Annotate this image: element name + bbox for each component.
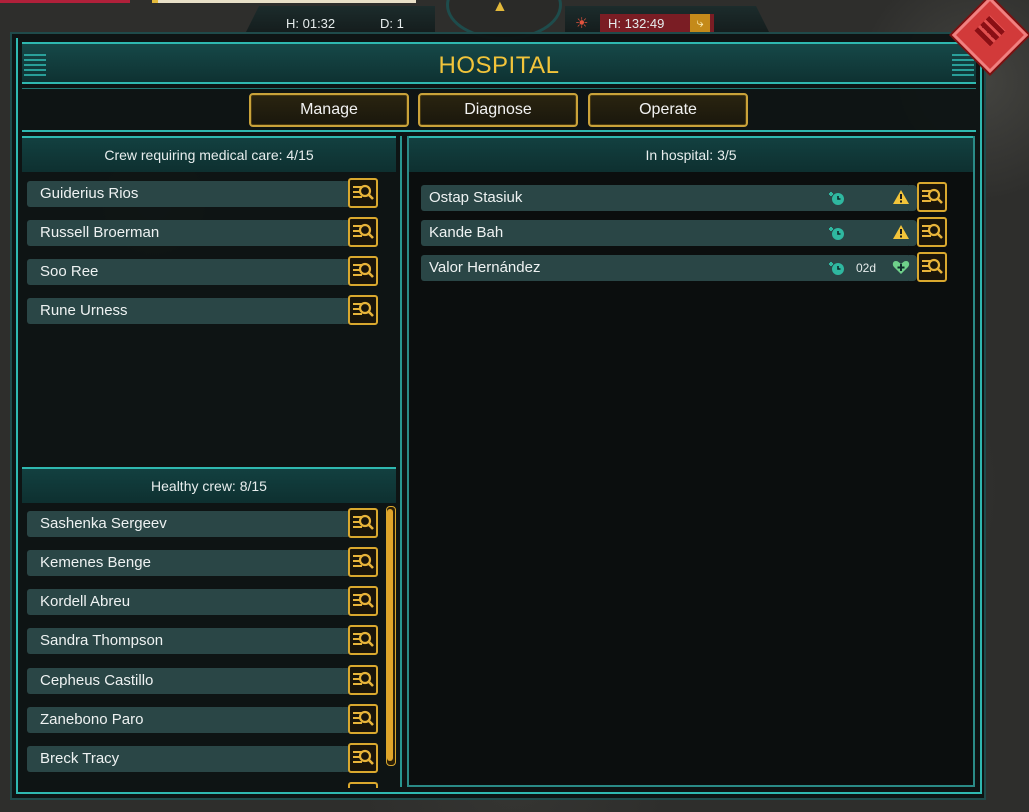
inspect-icon [353, 592, 374, 608]
medical-care-header: Crew requiring medical care: 4/15 [22, 136, 396, 172]
warning-icon [893, 225, 909, 239]
hud-time-panel [245, 6, 435, 34]
column-divider [400, 136, 402, 787]
patient-name: Valor Hernández [429, 259, 541, 276]
crew-row[interactable]: Sandra Thompson [27, 628, 351, 654]
inspect-icon [353, 184, 374, 200]
inspect-icon [922, 258, 943, 274]
crew-row[interactable]: Zanebono Paro [27, 707, 351, 733]
inspect-icon [353, 710, 374, 726]
crew-row[interactable]: Rune Urness [27, 298, 351, 324]
hud-time-right: H: 132:49 [608, 16, 665, 31]
inspect-button[interactable] [348, 665, 378, 695]
inspect-button[interactable] [917, 217, 947, 247]
hud-day: D: 1 [380, 16, 404, 31]
inspect-icon [353, 631, 374, 647]
hud-time-left: H: 01:32 [286, 16, 336, 31]
inspect-button[interactable] [348, 704, 378, 734]
ship-icon: ▲ [492, 0, 508, 15]
crew-row[interactable]: Kordell Abreu [27, 589, 351, 615]
crew-name: Breck Tracy [40, 750, 120, 767]
inspect-button[interactable] [348, 625, 378, 655]
patient-name: Kande Bah [429, 224, 504, 241]
sunrise-icon: ☀ [575, 15, 589, 32]
crew-name: Russell Broerman [40, 224, 160, 241]
inspect-button[interactable] [917, 252, 947, 282]
inspect-button[interactable] [348, 295, 378, 325]
fast-forward-icon[interactable]: ⤷ [690, 14, 710, 32]
tab-operate[interactable]: Operate [588, 93, 748, 127]
crew-name: Rune Urness [40, 302, 128, 319]
treatment-days: 02d [856, 261, 877, 275]
scrollbar-thumb[interactable] [387, 509, 393, 761]
tabs-underline [22, 130, 976, 132]
inspect-button[interactable] [348, 586, 378, 616]
page-title: HOSPITAL [438, 52, 560, 79]
crew-name: Kordell Abreu [40, 593, 131, 610]
patient-name: Ostap Stasiuk [429, 189, 523, 206]
inspect-icon [353, 223, 374, 239]
healthy-crew-header: Healthy crew: 8/15 [22, 467, 396, 503]
inspect-button[interactable] [348, 508, 378, 538]
crew-row[interactable]: Cepheus Castillo [27, 668, 351, 694]
inspect-icon [922, 223, 943, 239]
crew-name: Cepheus Castillo [40, 672, 154, 689]
crew-name: Guiderius Rios [40, 185, 139, 202]
healthy-crew-scrollbar[interactable] [386, 506, 396, 766]
inspect-button[interactable] [348, 217, 378, 247]
crew-name: Soo Ree [40, 263, 99, 280]
inspect-button[interactable] [348, 547, 378, 577]
inspect-button[interactable] [917, 182, 947, 212]
crew-name: Sashenka Sergeev [40, 515, 167, 532]
hud-alert-strip [0, 0, 130, 3]
tab-manage[interactable]: Manage [249, 93, 409, 127]
crew-name: Zanebono Paro [40, 711, 144, 728]
heart-plus-icon [892, 261, 910, 274]
inspect-button[interactable] [348, 256, 378, 286]
warning-icon [893, 190, 909, 204]
inspect-icon [353, 749, 374, 765]
title-bar: HOSPITAL [22, 42, 976, 84]
inspect-icon [353, 553, 374, 569]
treatment-clock-icon [829, 192, 844, 205]
inspect-icon [922, 188, 943, 204]
inspect-icon [353, 671, 374, 687]
tab-diagnose[interactable]: Diagnose [418, 93, 578, 127]
crew-name: Kemenes Benge [40, 554, 151, 571]
crew-row[interactable]: Soo Ree [27, 259, 351, 285]
window-frame-bottom [16, 792, 982, 794]
crew-row[interactable]: Sashenka Sergeev [27, 511, 351, 537]
close-icon [974, 15, 1006, 47]
treatment-clock-icon [829, 262, 844, 275]
window-frame-left [16, 38, 18, 794]
hud-progress-strip [152, 0, 416, 3]
inspect-icon [353, 514, 374, 530]
crew-row[interactable]: Kemenes Benge [27, 550, 351, 576]
title-underline [22, 88, 976, 89]
inspect-icon [353, 301, 374, 317]
crew-row[interactable]: Russell Broerman [27, 220, 351, 246]
inspect-button[interactable] [348, 743, 378, 773]
crew-row[interactable]: Breck Tracy [27, 746, 351, 772]
treatment-clock-icon [829, 227, 844, 240]
inspect-button-partial [348, 782, 378, 788]
in-hospital-header: In hospital: 3/5 [409, 136, 973, 172]
inspect-button[interactable] [348, 178, 378, 208]
window-frame-right [980, 38, 982, 794]
inspect-icon [353, 262, 374, 278]
crew-name: Sandra Thompson [40, 632, 164, 649]
crew-row[interactable]: Guiderius Rios [27, 181, 351, 207]
